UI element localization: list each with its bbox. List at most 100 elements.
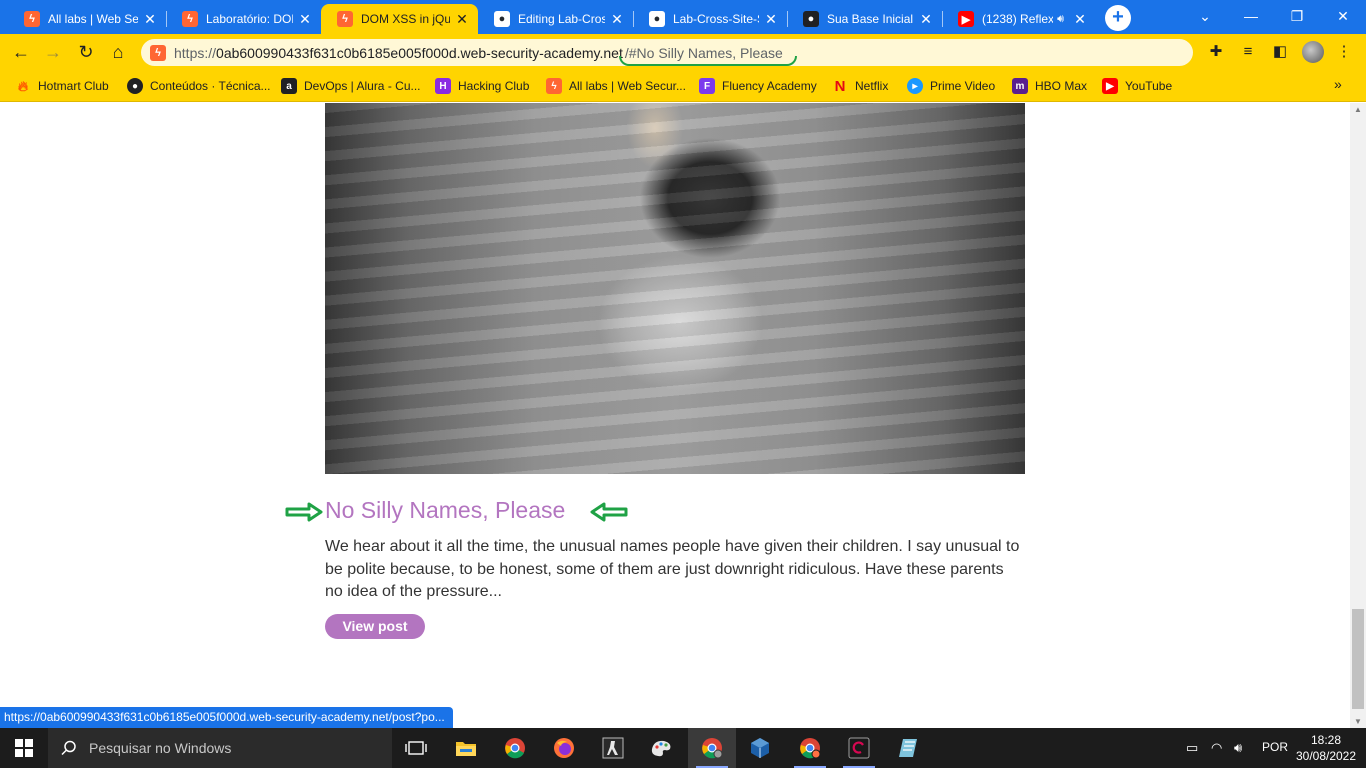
url-text[interactable]: https://0ab600990433f631c0b6185e005f000d… bbox=[174, 44, 797, 66]
taskbar-paint-app[interactable] bbox=[638, 728, 686, 768]
battery-icon[interactable]: ▭ bbox=[1186, 740, 1198, 756]
media-queue-icon[interactable]: ≡ bbox=[1238, 42, 1258, 62]
windows-taskbar: Pesquisar no Windows ▭ ◠ 🔊︎ POR 18:28 30… bbox=[0, 728, 1366, 768]
menu-kebab-icon[interactable]: ⋮ bbox=[1334, 42, 1354, 62]
hbo-max-icon: m bbox=[1012, 78, 1028, 94]
close-icon[interactable]: ✕ bbox=[142, 11, 158, 28]
close-icon[interactable]: ✕ bbox=[297, 11, 313, 28]
paint-palette-icon bbox=[651, 740, 671, 757]
tab-search-chevron-icon[interactable]: ⌄ bbox=[1182, 4, 1228, 28]
netflix-icon: N bbox=[834, 77, 846, 95]
back-button[interactable]: ← bbox=[8, 39, 34, 65]
scroll-up-arrow-icon[interactable]: ▲ bbox=[1354, 105, 1362, 114]
task-view-button[interactable] bbox=[392, 728, 440, 768]
side-panel-icon[interactable]: ◧ bbox=[1270, 42, 1290, 62]
tab-laboratorio-dom[interactable]: ϟ Laboratório: DOM ✕ bbox=[166, 4, 321, 34]
alura-icon: a bbox=[281, 78, 297, 94]
bookmark-netflix[interactable]: N Netflix bbox=[832, 76, 889, 96]
windows-search-box[interactable]: Pesquisar no Windows bbox=[48, 728, 392, 768]
blog-post-image[interactable] bbox=[325, 103, 1025, 474]
github-icon: ● bbox=[494, 11, 510, 27]
tab-title: Laboratório: DOM bbox=[206, 12, 293, 26]
bookmark-fluency-academy[interactable]: F Fluency Academy bbox=[699, 76, 817, 96]
tab-dom-xss-jquery[interactable]: ϟ DOM XSS in jQue ✕ bbox=[321, 4, 478, 34]
bookmark-hbo-max[interactable]: m HBO Max bbox=[1012, 76, 1087, 96]
chrome-icon bbox=[702, 738, 723, 759]
close-icon[interactable]: ✕ bbox=[763, 11, 779, 28]
wifi-icon[interactable]: ◠ bbox=[1211, 740, 1222, 756]
view-post-button[interactable]: View post bbox=[325, 614, 425, 639]
bookmark-label: DevOps | Alura - Cu... bbox=[304, 79, 421, 93]
tab-youtube-reflex[interactable]: ▶ (1238) Reflex 🔊︎ ✕ bbox=[942, 4, 1096, 34]
volume-icon[interactable]: 🔊︎ bbox=[1234, 740, 1242, 756]
scroll-down-arrow-icon[interactable]: ▼ bbox=[1354, 717, 1362, 726]
url-host: 0ab600990433f631c0b6185e005f000d.web-sec… bbox=[216, 44, 623, 61]
tab-title: DOM XSS in jQue bbox=[361, 12, 450, 26]
taskbar-counter-strike[interactable] bbox=[589, 728, 637, 768]
green-underline-annotation bbox=[618, 55, 797, 66]
youtube-icon: ▶ bbox=[958, 11, 974, 27]
bookmark-label: Hacking Club bbox=[458, 79, 530, 93]
taskbar-firefox[interactable] bbox=[540, 728, 588, 768]
speaker-icon[interactable]: 🔊︎ bbox=[1057, 13, 1064, 26]
tab-title: Editing Lab-Cross bbox=[518, 12, 605, 26]
taskbar-chrome-profile-active[interactable] bbox=[688, 728, 736, 768]
page-viewport: No Silly Names, Please We hear about it … bbox=[0, 103, 1350, 728]
taskbar-chrome-profile-2[interactable] bbox=[786, 728, 834, 768]
scrollbar-thumb[interactable] bbox=[1352, 609, 1364, 709]
right-arrow-annotation-icon bbox=[285, 502, 323, 522]
left-arrow-annotation-icon bbox=[590, 502, 628, 522]
bookmark-prime-video[interactable]: ▸ Prime Video bbox=[907, 76, 995, 96]
system-clock[interactable]: 18:28 30/08/2022 bbox=[1290, 732, 1362, 764]
close-icon[interactable]: ✕ bbox=[454, 11, 470, 28]
minimize-button[interactable]: — bbox=[1228, 4, 1274, 28]
tab-title: (1238) Reflex bbox=[982, 12, 1054, 26]
tab-title: All labs | Web Sec bbox=[48, 12, 138, 26]
forward-button[interactable]: → bbox=[40, 39, 66, 65]
tab-editing-lab[interactable]: ● Editing Lab-Cross ✕ bbox=[478, 4, 633, 34]
bookmark-youtube[interactable]: ▶ YouTube bbox=[1102, 76, 1172, 96]
restore-button[interactable]: ❐ bbox=[1274, 4, 1320, 28]
bookmark-label: Netflix bbox=[855, 79, 889, 93]
bookmark-label: Conteúdos · Técnica... bbox=[150, 79, 271, 93]
address-bar[interactable]: ϟ https://0ab600990433f631c0b6185e005f00… bbox=[141, 39, 1193, 66]
taskbar-virtualbox[interactable] bbox=[736, 728, 784, 768]
tab-title: Sua Base Inicial bbox=[827, 12, 914, 26]
close-icon[interactable]: ✕ bbox=[918, 11, 934, 28]
bookmark-label: Hotmart Club bbox=[38, 79, 109, 93]
new-tab-button[interactable]: + bbox=[1105, 5, 1131, 31]
taskbar-chrome[interactable] bbox=[491, 728, 539, 768]
input-language-indicator[interactable]: POR bbox=[1262, 740, 1288, 754]
bookmark-devops-alura[interactable]: a DevOps | Alura - Cu... bbox=[281, 76, 421, 96]
reload-button[interactable]: ↻ bbox=[73, 39, 99, 65]
tab-sua-base-inicial[interactable]: ● Sua Base Inicial ✕ bbox=[787, 4, 942, 34]
bookmarks-bar: 🔥︎ Hotmart Club ● Conteúdos · Técnica...… bbox=[0, 70, 1366, 102]
bookmark-label: Fluency Academy bbox=[722, 79, 817, 93]
bookmark-hotmart-club[interactable]: 🔥︎ Hotmart Club bbox=[15, 76, 109, 96]
tab-all-labs[interactable]: ϟ All labs | Web Sec ✕ bbox=[8, 4, 166, 34]
browser-toolbar: ← → ↻ ⌂ ϟ https://0ab600990433f631c0b618… bbox=[0, 34, 1366, 70]
taskbar-file-explorer[interactable] bbox=[442, 728, 490, 768]
bookmark-hacking-club[interactable]: H Hacking Club bbox=[435, 76, 529, 96]
bookmark-all-labs[interactable]: ϟ All labs | Web Secur... bbox=[546, 76, 686, 96]
close-window-button[interactable]: ✕ bbox=[1320, 4, 1366, 28]
taskbar-debian-terminal[interactable] bbox=[835, 728, 883, 768]
bookmark-label: HBO Max bbox=[1035, 79, 1088, 93]
bookmark-conteudos[interactable]: ● Conteúdos · Técnica... bbox=[127, 76, 271, 96]
chrome-icon bbox=[800, 738, 821, 759]
extensions-icon[interactable]: ✚ bbox=[1206, 42, 1226, 62]
taskbar-notes-app[interactable] bbox=[884, 728, 932, 768]
vertical-scrollbar[interactable]: ▲ ▼ bbox=[1350, 103, 1366, 728]
prime-video-icon: ▸ bbox=[907, 78, 923, 94]
more-bookmarks-chevron-icon[interactable]: » bbox=[1334, 76, 1342, 92]
tab-lab-cross-site[interactable]: ● Lab-Cross-Site-S ✕ bbox=[633, 4, 787, 34]
windows-start-button[interactable] bbox=[0, 728, 48, 768]
post-title-link[interactable]: No Silly Names, Please bbox=[325, 497, 565, 524]
close-icon[interactable]: ✕ bbox=[1072, 11, 1088, 28]
fluency-icon: F bbox=[699, 78, 715, 94]
close-icon[interactable]: ✕ bbox=[609, 11, 625, 28]
clock-date: 30/08/2022 bbox=[1295, 749, 1357, 763]
home-button[interactable]: ⌂ bbox=[105, 39, 131, 65]
profile-avatar[interactable] bbox=[1302, 41, 1324, 63]
debian-icon bbox=[848, 737, 870, 759]
